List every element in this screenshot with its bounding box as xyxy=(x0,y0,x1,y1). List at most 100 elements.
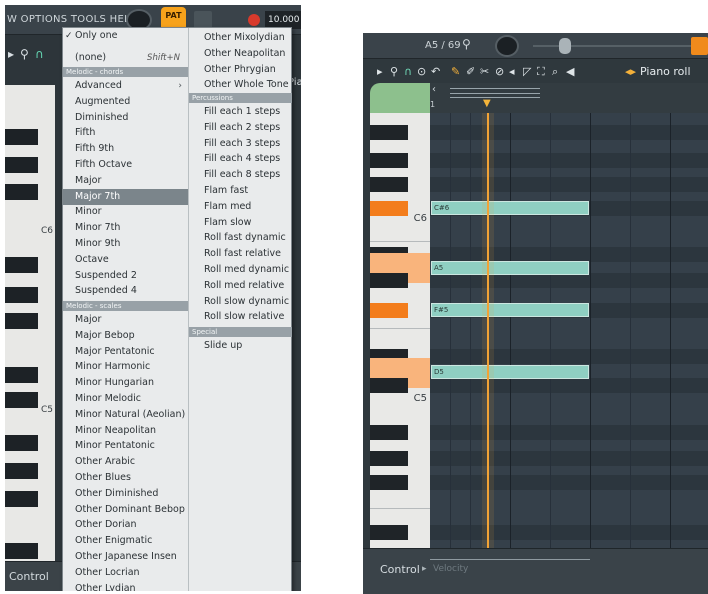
arrow-right-icon[interactable]: ▸ xyxy=(8,47,14,61)
select-all-icon[interactable]: ⛶ xyxy=(537,65,545,79)
wrench-icon[interactable]: ⚲ xyxy=(390,65,398,78)
playhead-line[interactable] xyxy=(487,113,489,548)
timeline-ruler[interactable]: ‹ 1 ▼ xyxy=(430,83,708,113)
menu-item[interactable]: Other Mixolydian xyxy=(189,30,292,46)
menu-item[interactable]: Suspended 2 xyxy=(63,268,188,284)
black-key[interactable] xyxy=(5,435,38,451)
pitch-slider-track[interactable] xyxy=(533,45,693,47)
menu-item[interactable]: Octave xyxy=(63,252,188,268)
record-button[interactable] xyxy=(248,14,260,26)
menu-item[interactable]: Major xyxy=(63,173,188,189)
black-key[interactable] xyxy=(370,177,408,192)
menu-item[interactable]: Minor Hungarian xyxy=(63,375,188,391)
menu-item[interactable]: Flam med xyxy=(189,199,292,215)
black-key[interactable] xyxy=(5,157,38,173)
menu-item-none[interactable]: (none) Shift+N xyxy=(63,50,188,66)
menu-item[interactable]: Minor Melodic xyxy=(63,391,188,407)
menu-item[interactable]: Major Bebop xyxy=(63,328,188,344)
menu-item[interactable]: Flam slow xyxy=(189,215,292,231)
menu-item[interactable]: Roll med relative xyxy=(189,278,292,294)
menu-item[interactable]: Other Japanese Insen xyxy=(63,549,188,565)
select-icon[interactable]: ◸ xyxy=(523,65,531,78)
magnet-icon[interactable]: ∩ xyxy=(404,65,412,78)
pitch-slider-handle[interactable] xyxy=(559,38,571,54)
note-a5[interactable]: A5 xyxy=(431,261,589,275)
undo-icon[interactable]: ↶ xyxy=(431,65,440,78)
menu-item[interactable]: Fifth Octave xyxy=(63,157,188,173)
black-key[interactable] xyxy=(5,392,38,408)
note-d5[interactable]: D5 xyxy=(431,365,589,379)
black-key[interactable] xyxy=(370,125,408,140)
menu-item[interactable]: Other Whole Tone xyxy=(189,77,292,93)
menu-item[interactable]: Suspended 4 xyxy=(63,283,188,299)
black-key[interactable] xyxy=(370,273,408,288)
slice-icon[interactable]: ◂ xyxy=(509,65,515,78)
menu-item[interactable]: Roll fast relative xyxy=(189,246,292,262)
menu-item[interactable]: Roll slow relative xyxy=(189,309,292,325)
black-key[interactable] xyxy=(5,463,38,479)
menu-item[interactable]: Major Pentatonic xyxy=(63,344,188,360)
menu-item[interactable]: Other Dominant Bebop xyxy=(63,502,188,518)
menu-item[interactable]: Other Diminished xyxy=(63,486,188,502)
menu-item[interactable]: Diminished xyxy=(63,110,188,126)
menu-item[interactable]: Minor 7th xyxy=(63,220,188,236)
playhead-marker[interactable]: ▼ xyxy=(483,98,491,109)
black-key[interactable] xyxy=(5,257,38,273)
menu-item[interactable]: Major xyxy=(63,312,188,328)
menu-item[interactable]: Other Lydian xyxy=(63,581,188,591)
note-grid[interactable]: C#6 A5 F#5 D5 xyxy=(430,113,708,548)
scroll-left-arrow[interactable]: ‹ xyxy=(432,84,436,95)
black-key[interactable] xyxy=(5,367,38,383)
menu-item[interactable]: Minor Harmonic xyxy=(63,359,188,375)
menu-item[interactable]: Fifth 9th xyxy=(63,141,188,157)
black-key-active[interactable] xyxy=(370,303,408,318)
menu-item[interactable]: Minor Natural (Aeolian) xyxy=(63,407,188,423)
black-key[interactable] xyxy=(5,287,38,303)
pattern-indicator[interactable] xyxy=(691,37,708,55)
menu-item[interactable]: Other Arabic xyxy=(63,454,188,470)
zoom-icon[interactable]: ⌕ xyxy=(552,65,558,79)
link-icon[interactable]: ⚲ xyxy=(462,37,471,51)
magnet-icon[interactable]: ∩ xyxy=(35,47,44,61)
pencil-icon[interactable]: ✎ xyxy=(451,65,460,78)
mute-icon[interactable]: ⊘ xyxy=(495,65,504,78)
menu-item[interactable]: Minor xyxy=(63,204,188,220)
black-key[interactable] xyxy=(5,491,38,507)
black-key[interactable] xyxy=(370,153,408,168)
menu-item-only-one[interactable]: ✓ Only one xyxy=(63,28,188,44)
black-key[interactable] xyxy=(370,475,408,490)
menu-item[interactable]: Minor 9th xyxy=(63,236,188,252)
menu-item[interactable]: Fill each 1 steps xyxy=(189,104,292,120)
playback-icon[interactable]: ◀ xyxy=(566,65,574,78)
control-label[interactable]: Control xyxy=(380,563,420,576)
arrow-right-icon[interactable]: ▸ xyxy=(377,65,383,78)
menu-item[interactable]: Other Blues xyxy=(63,470,188,486)
black-key[interactable] xyxy=(370,425,408,440)
menu-item[interactable]: Roll slow dynamic xyxy=(189,294,292,310)
menu-item[interactable]: Fill each 8 steps xyxy=(189,167,292,183)
main-menu-bar[interactable]: W OPTIONS TOOLS HELP xyxy=(7,14,136,25)
menu-item[interactable]: Other Neapolitan xyxy=(189,46,292,62)
black-key[interactable] xyxy=(370,451,408,466)
menu-item[interactable]: Other Phrygian xyxy=(189,62,292,78)
menu-item[interactable]: Minor Pentatonic xyxy=(63,438,188,454)
menu-item[interactable]: Fill each 4 steps xyxy=(189,151,292,167)
menu-item[interactable]: Fill each 2 steps xyxy=(189,120,292,136)
brush-icon[interactable]: ✐ xyxy=(466,65,475,78)
menu-item[interactable]: Roll fast dynamic xyxy=(189,230,292,246)
menu-item[interactable]: Minor Neapolitan xyxy=(63,423,188,439)
delete-icon[interactable]: ✂ xyxy=(480,65,489,78)
black-key-active[interactable] xyxy=(370,201,408,216)
black-key[interactable] xyxy=(5,313,38,329)
volume-knob[interactable] xyxy=(495,35,519,57)
menu-item[interactable]: Flam fast xyxy=(189,183,292,199)
menu-item[interactable]: Augmented xyxy=(63,94,188,110)
menu-item[interactable]: Slide up xyxy=(189,338,292,354)
snap-corner[interactable] xyxy=(370,83,430,113)
control-label[interactable]: Control xyxy=(9,570,49,583)
menu-item[interactable]: Fifth xyxy=(63,125,188,141)
black-key[interactable] xyxy=(370,525,408,540)
arrow-right-icon[interactable]: ▸ xyxy=(422,564,427,574)
black-key[interactable] xyxy=(5,184,38,200)
menu-item[interactable]: Major 7th xyxy=(63,188,188,205)
